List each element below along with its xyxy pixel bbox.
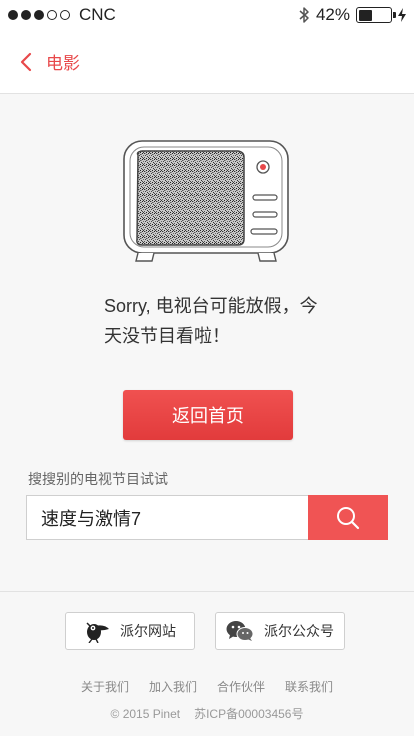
signal-strength: CNC (8, 5, 116, 25)
search-label: 搜搜别的电视节目试试 (28, 471, 168, 487)
search-box (26, 495, 388, 540)
search-button[interactable] (308, 495, 388, 540)
signal-dot (60, 10, 70, 20)
main-content: Sorry, 电视台可能放假，今 天没节目看啦！ 返回首页 搜搜别的电视节目试试 (0, 95, 414, 591)
signal-dot (34, 10, 44, 20)
contact-us-link[interactable]: 联系我们 (285, 678, 333, 695)
chevron-left-icon (20, 52, 32, 71)
copyright-text: © 2015 Pinet (110, 707, 181, 721)
status-right: 42% (298, 5, 406, 25)
pinet-site-button[interactable]: 派尔网站 (65, 612, 195, 650)
status-bar: CNC 42% (0, 0, 414, 30)
signal-dot (21, 10, 31, 20)
nav-title: 电影 (46, 54, 80, 73)
toucan-icon (86, 622, 109, 643)
site-button-label: 派尔网站 (120, 623, 176, 639)
error-message: Sorry, 电视台可能放假，今 天没节目看啦！ (104, 291, 334, 351)
back-to-home-button[interactable]: 返回首页 (123, 390, 293, 440)
battery-tip (393, 12, 396, 18)
copyright: © 2015 Pinet 苏ICP备00003456号 (0, 705, 414, 722)
wechat-button-label: 派尔公众号 (264, 623, 334, 639)
battery-icon (356, 7, 396, 23)
carrier-name: CNC (79, 5, 116, 24)
tv-static-icon (123, 140, 289, 262)
partners-link[interactable]: 合作伙伴 (217, 678, 265, 695)
wechat-icon (226, 621, 254, 641)
charging-icon (398, 8, 406, 22)
battery-percent: 42% (315, 5, 350, 24)
search-icon (337, 506, 360, 529)
search-input[interactable] (26, 495, 308, 540)
footer: 派尔网站 派尔公众号 关于我们 加入我们 合作伙伴 联系我们 © 2015 Pi… (0, 591, 414, 736)
message-line: 天没节目看啦！ (104, 326, 230, 346)
signal-dot (47, 10, 57, 20)
battery-fill (358, 9, 372, 21)
footer-links: 关于我们 加入我们 合作伙伴 联系我们 (0, 678, 414, 695)
about-us-link[interactable]: 关于我们 (81, 678, 129, 695)
nav-bar: 电影 (0, 30, 414, 94)
back-button[interactable]: 电影 (20, 49, 80, 74)
wechat-account-button[interactable]: 派尔公众号 (215, 612, 345, 650)
icp-number: 苏ICP备00003456号 (194, 707, 304, 721)
signal-dot (8, 10, 18, 20)
join-us-link[interactable]: 加入我们 (149, 678, 197, 695)
bluetooth-icon (299, 7, 309, 23)
message-line: Sorry, 电视台可能放假，今 (104, 296, 318, 316)
